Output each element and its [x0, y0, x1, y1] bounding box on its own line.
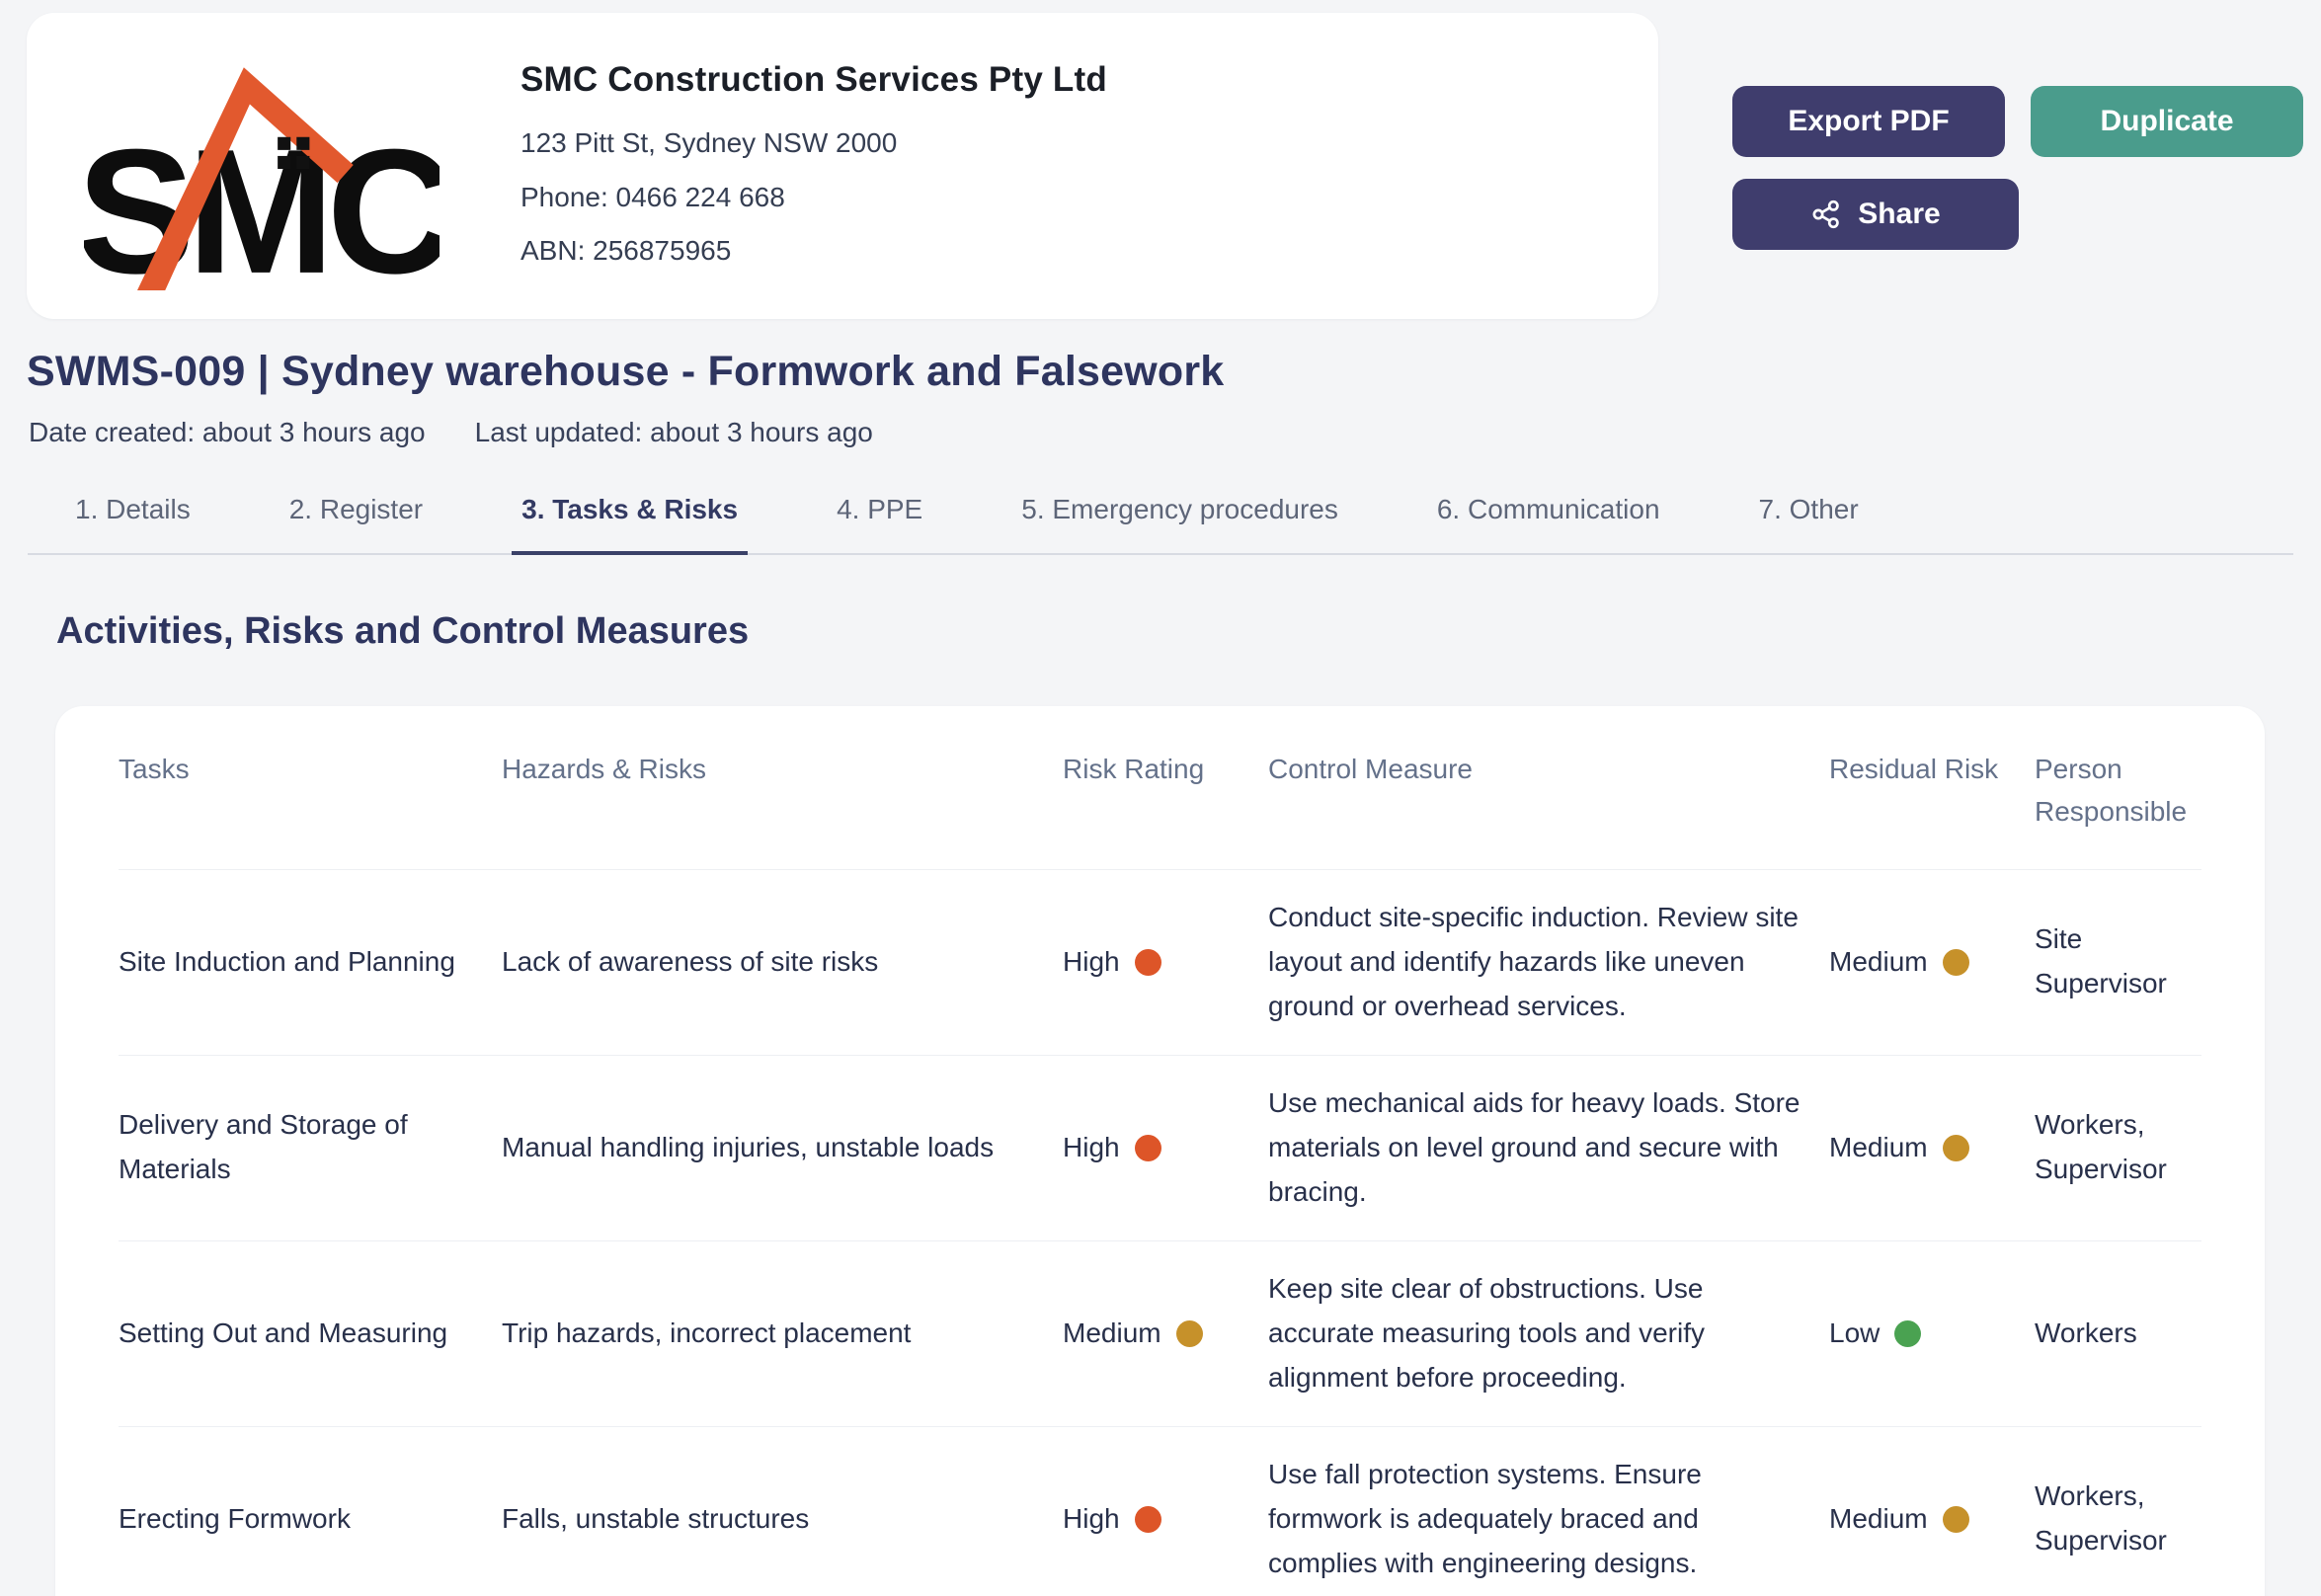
column-header-control-measure: Control Measure: [1268, 754, 1473, 784]
residual-risk-dot: [1942, 948, 1969, 976]
tab-details[interactable]: 1. Details: [65, 494, 200, 555]
tab-label: 5. Emergency procedures: [1021, 494, 1338, 524]
share-icon: [1812, 200, 1840, 229]
residual-risk-cell: Low: [1829, 1312, 2035, 1356]
share-button[interactable]: Share: [1732, 179, 2019, 250]
column-header-risk-rating: Risk Rating: [1063, 754, 1205, 784]
table-row: Erecting Formwork Falls, unstable struct…: [119, 1425, 2201, 1596]
tab-communication[interactable]: 6. Communication: [1427, 494, 1670, 555]
person-responsible-cell: Workers: [2035, 1317, 2137, 1348]
table-body: Site Induction and Planning Lack of awar…: [119, 868, 2201, 1596]
document-title: SWMS-009 | Sydney warehouse - Formwork a…: [27, 348, 1225, 395]
hazards-cell: Trip hazards, incorrect placement: [502, 1317, 912, 1348]
hazards-cell: Manual handling injuries, unstable loads: [502, 1131, 995, 1162]
table-row: Site Induction and Planning Lack of awar…: [119, 868, 2201, 1055]
residual-risk-cell: Medium: [1829, 1126, 2035, 1170]
tab-label: 7. Other: [1758, 494, 1859, 524]
risk-rating-dot: [1175, 1319, 1203, 1347]
tab-label: 1. Details: [75, 494, 191, 524]
tab-label: 4. PPE: [837, 494, 923, 524]
residual-risk-cell: Medium: [1829, 1497, 2035, 1542]
risk-rating-value: High: [1063, 1502, 1120, 1534]
risk-rating-value: High: [1063, 1131, 1120, 1162]
person-responsible-cell: Site Supervisor: [2035, 923, 2167, 999]
duplicate-button[interactable]: Duplicate: [2031, 86, 2303, 157]
table-row: Setting Out and Measuring Trip hazards, …: [119, 1239, 2201, 1426]
column-header-person-responsible: Person Responsible: [2035, 754, 2188, 828]
tab-register[interactable]: 2. Register: [280, 494, 433, 555]
tab-other[interactable]: 7. Other: [1749, 494, 1869, 555]
tab-emergency-procedures[interactable]: 5. Emergency procedures: [1011, 494, 1348, 555]
column-header-hazards: Hazards & Risks: [502, 754, 706, 784]
control-measure-cell: Use fall protection systems. Ensure form…: [1268, 1459, 1702, 1578]
risk-rating-cell: High: [1063, 1126, 1268, 1170]
control-measure-cell: Conduct site-specific induction. Review …: [1268, 902, 1799, 1021]
residual-risk-value: Low: [1829, 1317, 1881, 1348]
company-abn: ABN: 256875965: [520, 235, 732, 267]
residual-risk-value: Medium: [1829, 1502, 1928, 1534]
person-responsible-cell: Workers, Supervisor: [2035, 1480, 2167, 1556]
tab-label: 2. Register: [288, 494, 424, 524]
person-responsible-cell: Workers, Supervisor: [2035, 1109, 2167, 1185]
task-cell: Site Induction and Planning: [119, 945, 455, 977]
company-logo: SMC: [74, 38, 449, 294]
company-details: SMC Construction Services Pty Ltd 123 Pi…: [520, 60, 1107, 272]
last-updated: Last updated: about 3 hours ago: [474, 417, 873, 447]
risk-table-card: Tasks Hazards & Risks Risk Rating Contro…: [55, 706, 2265, 1596]
residual-risk-dot: [1942, 1505, 1969, 1533]
risk-rating-dot: [1134, 948, 1161, 976]
risk-rating-value: Medium: [1063, 1317, 1161, 1348]
tab-label: 3. Tasks & Risks: [521, 494, 739, 524]
smc-logo-graphic: SMC: [84, 67, 440, 290]
risk-rating-cell: High: [1063, 1497, 1268, 1542]
table-header-row: Tasks Hazards & Risks Risk Rating Contro…: [119, 706, 2201, 869]
column-header-residual-risk: Residual Risk: [1829, 754, 1999, 784]
swms-page: SMC SMC Construction Services Pty Ltd 12…: [0, 0, 2321, 1596]
task-cell: Delivery and Storage of Materials: [119, 1109, 408, 1185]
risk-rating-value: High: [1063, 945, 1120, 977]
tab-label: 6. Communication: [1436, 494, 1660, 524]
tab-bar: 1. Details 2. Register 3. Tasks & Risks …: [28, 494, 2293, 555]
svg-text:SMC: SMC: [84, 114, 440, 290]
control-measure-cell: Keep site clear of obstructions. Use acc…: [1268, 1273, 1705, 1393]
hazards-cell: Lack of awareness of site risks: [502, 945, 879, 977]
column-header-tasks: Tasks: [119, 754, 190, 784]
company-address: 123 Pitt St, Sydney NSW 2000: [520, 127, 898, 159]
residual-risk-dot: [1942, 1134, 1969, 1161]
table-row: Delivery and Storage of Materials Manual…: [119, 1054, 2201, 1240]
tab-tasks-risks[interactable]: 3. Tasks & Risks: [512, 494, 749, 555]
document-meta: Date created: about 3 hours ago Last upd…: [29, 417, 873, 448]
tab-ppe[interactable]: 4. PPE: [827, 494, 932, 555]
residual-risk-value: Medium: [1829, 1131, 1928, 1162]
share-button-label: Share: [1858, 198, 1941, 230]
company-phone: Phone: 0466 224 668: [520, 181, 785, 212]
residual-risk-cell: Medium: [1829, 940, 2035, 985]
hazards-cell: Falls, unstable structures: [502, 1502, 810, 1534]
company-header-card: SMC SMC Construction Services Pty Ltd 12…: [27, 13, 1658, 319]
task-cell: Setting Out and Measuring: [119, 1317, 448, 1348]
date-created: Date created: about 3 hours ago: [29, 417, 426, 447]
header-actions: Export PDF Duplicate Share: [1732, 86, 2305, 250]
residual-risk-dot: [1894, 1319, 1922, 1347]
risk-rating-cell: Medium: [1063, 1312, 1268, 1356]
risk-rating-dot: [1134, 1134, 1161, 1161]
risk-rating-dot: [1134, 1505, 1161, 1533]
export-pdf-button[interactable]: Export PDF: [1732, 86, 2005, 157]
section-heading: Activities, Risks and Control Measures: [56, 610, 750, 652]
task-cell: Erecting Formwork: [119, 1502, 351, 1534]
risk-rating-cell: High: [1063, 940, 1268, 985]
company-name: SMC Construction Services Pty Ltd: [520, 60, 1107, 100]
residual-risk-value: Medium: [1829, 945, 1928, 977]
control-measure-cell: Use mechanical aids for heavy loads. Sto…: [1268, 1087, 1801, 1207]
